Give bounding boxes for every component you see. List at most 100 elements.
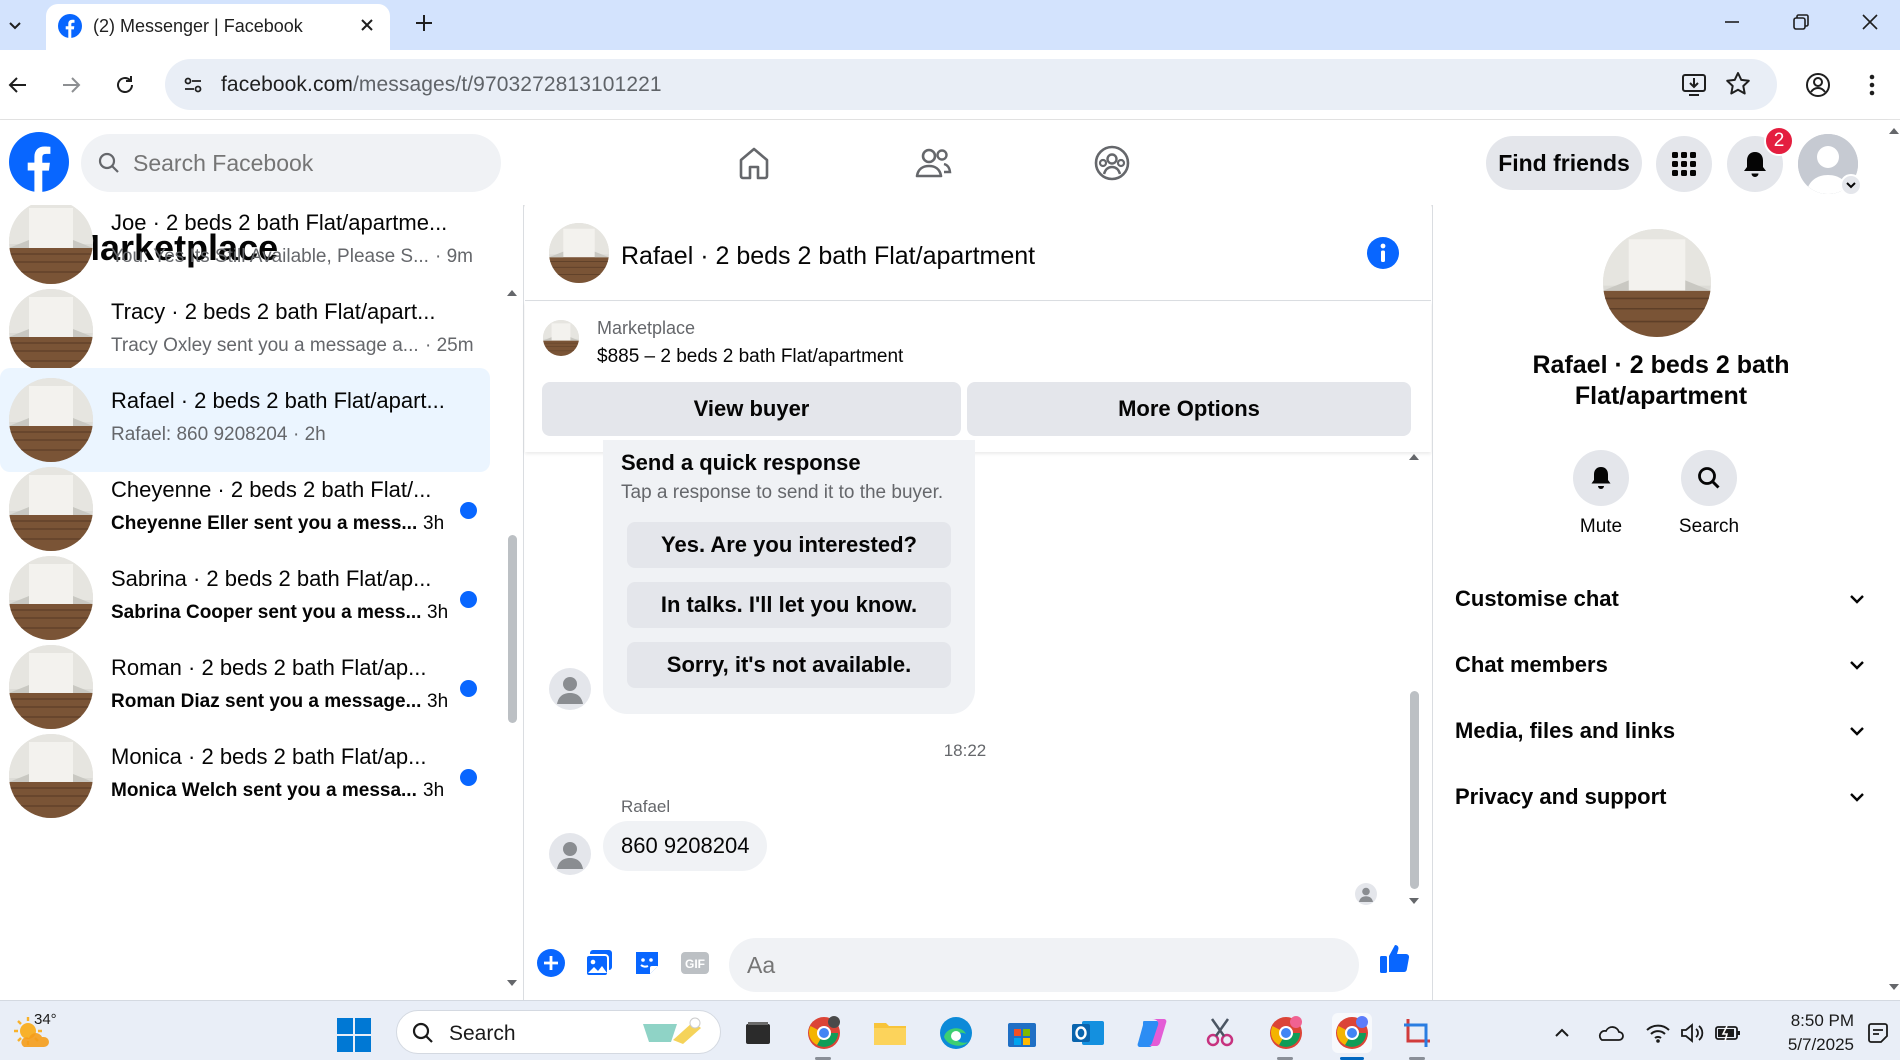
view-buyer-button[interactable]: View buyer xyxy=(542,382,961,436)
search-icon xyxy=(97,151,121,175)
mute-bell-icon[interactable] xyxy=(1573,450,1629,506)
listing-title[interactable]: $885 – 2 beds 2 bath Flat/apartment xyxy=(597,346,903,368)
conversation-avatar xyxy=(9,645,93,729)
facebook-search-box[interactable] xyxy=(81,134,501,192)
gif-icon[interactable]: GIF xyxy=(677,945,713,981)
show-hidden-icons-chevron-icon[interactable] xyxy=(1548,1019,1576,1047)
chat-title[interactable]: Rafael · 2 beds 2 bath Flat/apartment xyxy=(621,242,1035,271)
wifi-icon[interactable] xyxy=(1644,1019,1672,1047)
customise-chat-row[interactable]: Customise chat xyxy=(1455,577,1867,621)
battery-charging-icon[interactable] xyxy=(1714,1019,1742,1047)
profile-account-icon[interactable] xyxy=(1800,67,1836,103)
scroll-down-icon[interactable] xyxy=(1405,893,1423,909)
sticker-icon[interactable] xyxy=(629,945,665,981)
volume-speaker-icon[interactable] xyxy=(1678,1019,1706,1047)
message-input[interactable] xyxy=(747,938,1307,992)
chevron-down-icon xyxy=(1850,595,1864,604)
sender-avatar[interactable] xyxy=(549,833,591,875)
conversation-item[interactable]: Monica · 2 beds 2 bath Flat/ap... Monica … xyxy=(0,724,490,828)
quick-reply-button[interactable]: In talks. I'll let you know. xyxy=(627,582,951,628)
taskbar-store-icon[interactable] xyxy=(1002,1013,1042,1053)
message-timestamp: 18:22 xyxy=(943,741,987,760)
restore-window-icon[interactable] xyxy=(1784,5,1818,39)
browser-menu-kebab-icon[interactable] xyxy=(1854,67,1890,103)
back-arrow-icon[interactable] xyxy=(0,67,36,103)
attach-photo-icon[interactable] xyxy=(581,945,617,981)
chat-scroll-thumb[interactable] xyxy=(1410,691,1419,889)
privacy-support-row[interactable]: Privacy and support xyxy=(1455,775,1867,819)
sender-avatar[interactable] xyxy=(549,668,591,710)
listing-thumbnail[interactable] xyxy=(543,320,579,356)
friends-icon[interactable] xyxy=(908,138,958,188)
taskbar-outlook-icon[interactable] xyxy=(1068,1013,1108,1053)
browser-tab-messenger[interactable]: (2) Messenger | Facebook xyxy=(46,4,390,50)
bookmark-star-icon[interactable] xyxy=(1721,67,1755,101)
reload-icon[interactable] xyxy=(107,67,143,103)
close-tab-icon[interactable] xyxy=(356,14,378,36)
more-options-button[interactable]: More Options xyxy=(967,382,1411,436)
message-bubble[interactable]: 860 9208204 xyxy=(603,821,768,871)
conversation-time: 3h xyxy=(427,691,449,712)
scroll-down-icon[interactable] xyxy=(504,975,520,991)
taskbar-edge-icon[interactable] xyxy=(936,1013,976,1053)
scroll-down-icon[interactable] xyxy=(1888,980,1900,994)
menu-grid-icon[interactable] xyxy=(1656,136,1712,192)
taskbar-copilot-icon[interactable] xyxy=(1134,1013,1174,1053)
address-url: facebook.com/messages/t/9703272813101221 xyxy=(221,73,662,97)
mute-action[interactable]: Mute xyxy=(1561,450,1641,538)
find-friends-button[interactable]: Find friends xyxy=(1486,136,1642,190)
facebook-search-input[interactable] xyxy=(133,134,483,192)
forward-arrow-icon[interactable] xyxy=(53,67,89,103)
chevron-down-icon xyxy=(1850,727,1864,736)
notification-center-icon[interactable] xyxy=(1866,1021,1890,1045)
conversation-info-icon[interactable] xyxy=(1365,235,1401,271)
thumbs-up-like-icon[interactable] xyxy=(1377,941,1413,977)
site-info-tune-icon[interactable] xyxy=(175,67,211,103)
windows-start-icon[interactable] xyxy=(336,1017,372,1053)
home-icon[interactable] xyxy=(729,138,779,188)
taskbar-chrome-active-icon[interactable] xyxy=(1332,1013,1372,1053)
conversation-time: · 2h xyxy=(293,424,326,445)
minimize-window-icon[interactable] xyxy=(1715,5,1749,39)
scroll-up-icon[interactable] xyxy=(1405,449,1423,465)
conversation-name: Cheyenne · 2 beds 2 bath Flat/... xyxy=(111,477,432,502)
conversation-avatar xyxy=(9,378,93,462)
new-tab-plus-icon[interactable] xyxy=(409,8,439,38)
taskbar-snipping-tool-icon[interactable] xyxy=(1200,1013,1240,1053)
conversation-time: · 25m xyxy=(425,335,474,356)
taskbar-file-explorer-icon[interactable] xyxy=(870,1013,910,1053)
taskbar-clock-date[interactable]: 5/7/2025 xyxy=(1760,1035,1854,1055)
taskbar-chrome-icon[interactable] xyxy=(804,1013,844,1053)
taskbar-chrome-profile-icon[interactable] xyxy=(1266,1013,1306,1053)
onedrive-cloud-icon[interactable] xyxy=(1596,1019,1624,1047)
conversation-list-scroll-thumb[interactable] xyxy=(508,535,517,723)
account-chevron-down-icon[interactable] xyxy=(1840,174,1862,196)
quick-reply-button[interactable]: Sorry, it's not available. xyxy=(627,642,951,688)
install-app-icon[interactable] xyxy=(1677,67,1711,101)
taskbar-clock-time[interactable]: 8:50 PM xyxy=(1770,1011,1854,1031)
media-files-links-row[interactable]: Media, files and links xyxy=(1455,709,1867,753)
taskbar-snip-sketch-icon[interactable] xyxy=(1398,1013,1438,1053)
scroll-up-icon[interactable] xyxy=(1888,124,1900,138)
conversation-time: 3h xyxy=(423,780,445,801)
tab-list-chevron-icon[interactable] xyxy=(0,8,30,42)
conversation-avatar-large[interactable] xyxy=(1603,229,1711,337)
taskbar-search-box[interactable]: Search xyxy=(396,1010,721,1054)
message-input-box[interactable] xyxy=(729,938,1550,992)
chat-members-row[interactable]: Chat members xyxy=(1455,643,1867,687)
section-label: Privacy and support xyxy=(1455,784,1667,809)
conversation-avatar xyxy=(9,205,93,284)
address-bar[interactable]: facebook.com/messages/t/9703272813101221 xyxy=(165,59,1777,110)
taskbar-app-window-icon[interactable] xyxy=(738,1013,778,1053)
conversation-name: Rafael · 2 beds 2 bath Flat/apart... xyxy=(111,388,445,413)
scroll-up-icon[interactable] xyxy=(504,285,520,301)
page-scrollbar[interactable] xyxy=(1888,120,1900,1000)
facebook-logo-icon[interactable] xyxy=(9,132,69,192)
search-action[interactable]: Search xyxy=(1669,450,1749,538)
quick-reply-button[interactable]: Yes. Are you interested? xyxy=(627,522,951,568)
search-icon[interactable] xyxy=(1681,450,1737,506)
groups-icon[interactable] xyxy=(1087,138,1137,188)
close-window-icon[interactable] xyxy=(1853,5,1887,39)
add-plus-circle-icon[interactable] xyxy=(533,945,569,981)
chat-avatar[interactable] xyxy=(549,223,609,283)
